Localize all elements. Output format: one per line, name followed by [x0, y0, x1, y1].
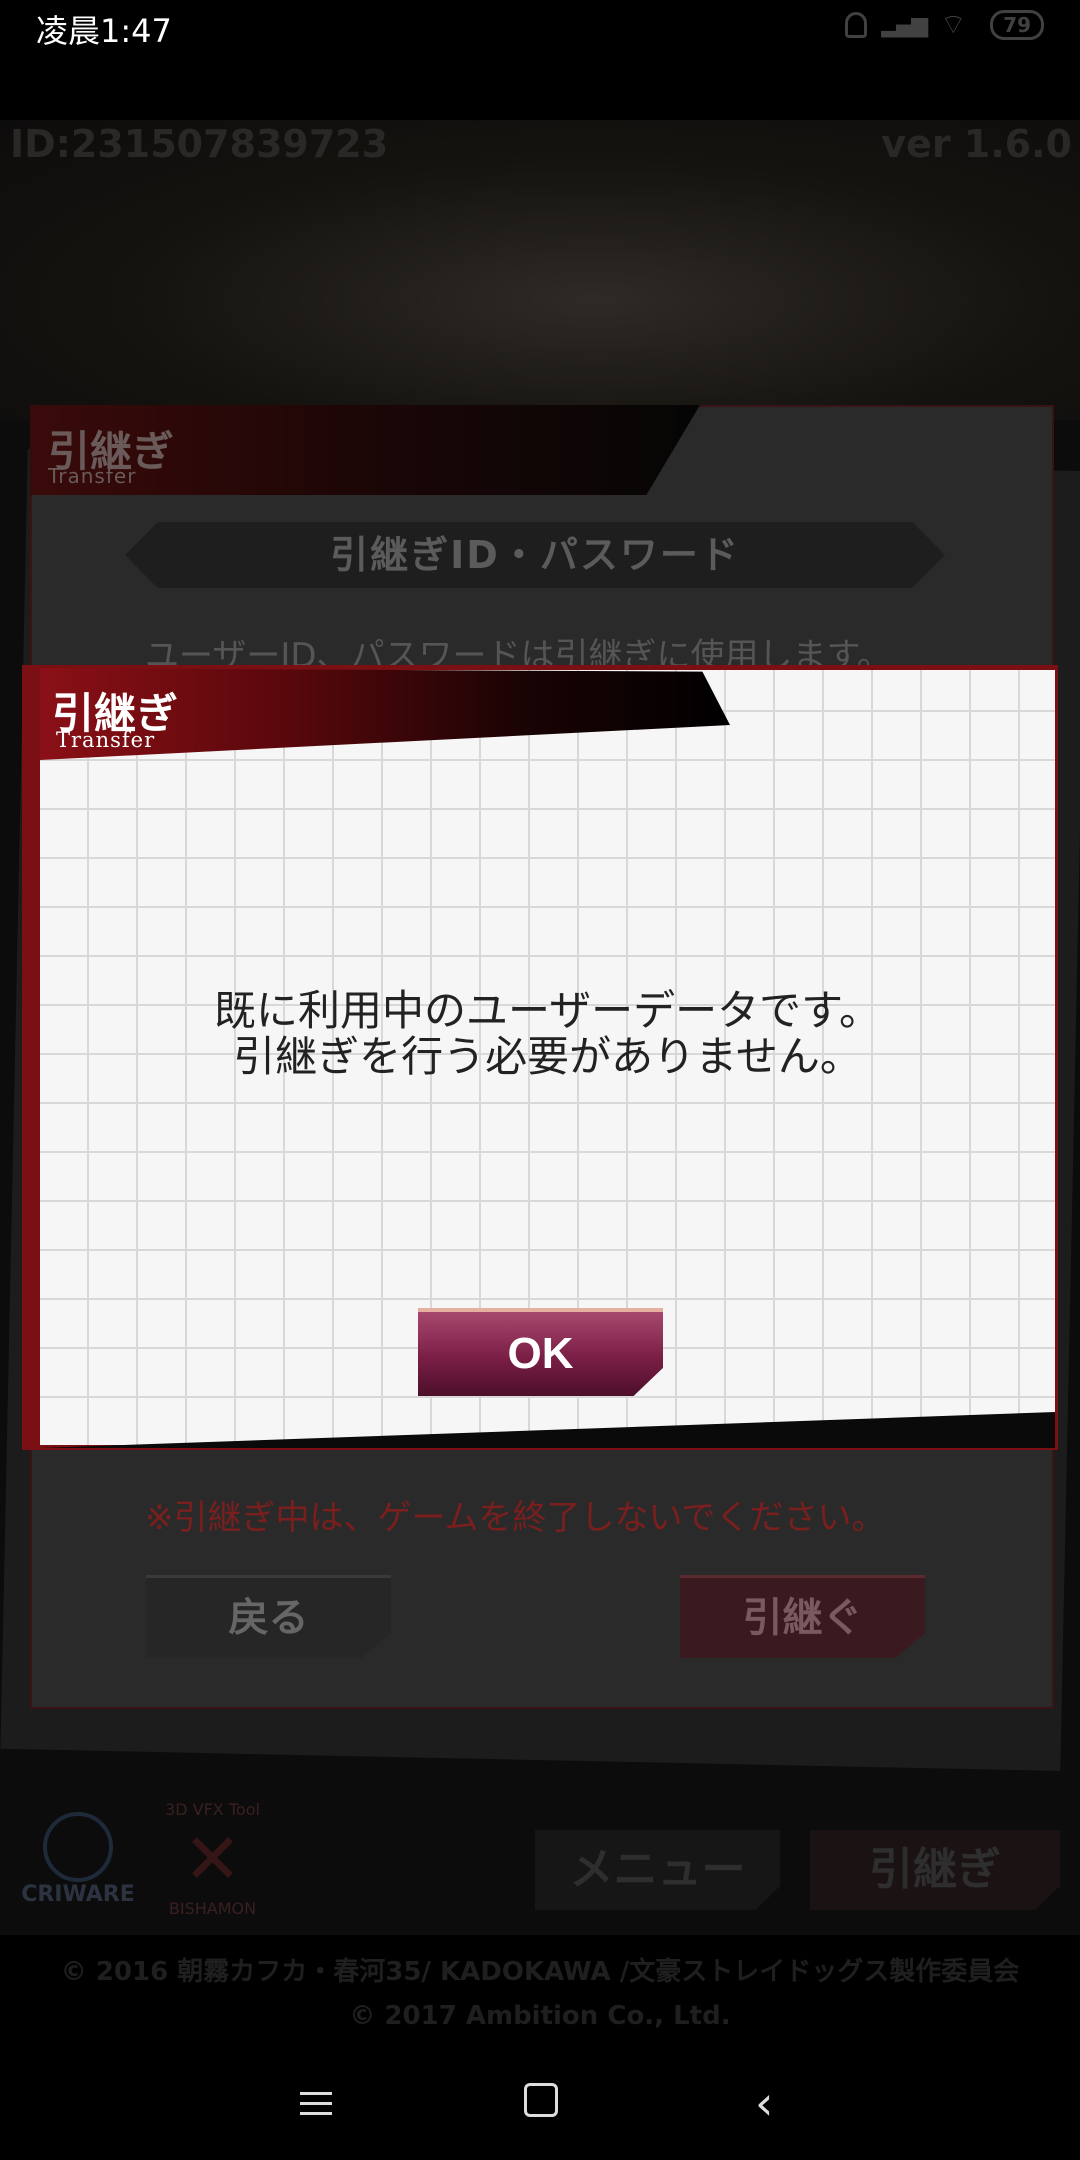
return-button[interactable]: 戻る — [146, 1575, 391, 1658]
transfer-warning: ※引継ぎ中は、ゲームを終了しないでください。 — [145, 1498, 886, 1538]
bishamon-caption: 3D VFX Tool — [165, 1800, 260, 1819]
bishamon-logo: 3D VFX Tool ✕ BISHAMON — [150, 1800, 275, 1920]
wifi-icon: ⌔ — [940, 8, 967, 41]
dialog-message: 既に利用中のユーザーデータです。 引継ぎを行う必要がありません。 — [40, 988, 1055, 1080]
user-id: ID:231507839723 — [10, 122, 389, 166]
recent-apps-icon[interactable] — [300, 2085, 332, 2122]
bishamon-mark: ✕ — [183, 1818, 242, 1900]
transfer-button[interactable]: 引継ぐ — [680, 1575, 925, 1658]
id-password-banner-label: 引継ぎID・パスワード — [330, 533, 740, 577]
status-time: 凌晨1:47 — [36, 12, 172, 50]
version-label: ver 1.6.0 — [881, 122, 1072, 166]
criware-logo: CRIWARE — [18, 1812, 138, 1907]
bishamon-label: BISHAMON — [168, 1899, 257, 1918]
transfer-menu-button[interactable]: 引継ぎ — [810, 1830, 1060, 1910]
battery-icon: 79 — [990, 10, 1044, 40]
back-icon[interactable]: ‹ — [755, 2076, 773, 2130]
status-icons: ▂▄▆ ⌔ 79 — [845, 10, 1044, 40]
home-icon[interactable] — [524, 2083, 558, 2117]
criware-label: CRIWARE — [21, 1882, 135, 1907]
copyright-line-2: © 2017 Ambition Co., Ltd. — [349, 2001, 731, 2031]
menu-button[interactable]: メニュー — [535, 1830, 780, 1910]
signal-icon: ▂▄▆ — [881, 12, 928, 38]
ok-button[interactable]: OK — [418, 1308, 663, 1396]
copyright-line-1: © 2016 朝霧カフカ・春河35/ KADOKAWA /文豪ストレイドッグス製… — [60, 1957, 1020, 1987]
criware-mark — [43, 1812, 113, 1882]
bell-icon — [845, 12, 868, 38]
copyright: © 2016 朝霧カフカ・春河35/ KADOKAWA /文豪ストレイドッグス製… — [0, 1950, 1080, 2038]
transfer-panel-subtitle: Transfer — [48, 464, 137, 488]
dialog-message-line-2: 引継ぎを行う必要がありません。 — [233, 1032, 862, 1081]
dialog-message-line-1: 既に利用中のユーザーデータです。 — [214, 986, 881, 1035]
status-bar: 凌晨1:47 ▂▄▆ ⌔ 79 — [0, 0, 1080, 52]
dialog-subtitle: Transfer — [56, 728, 156, 752]
